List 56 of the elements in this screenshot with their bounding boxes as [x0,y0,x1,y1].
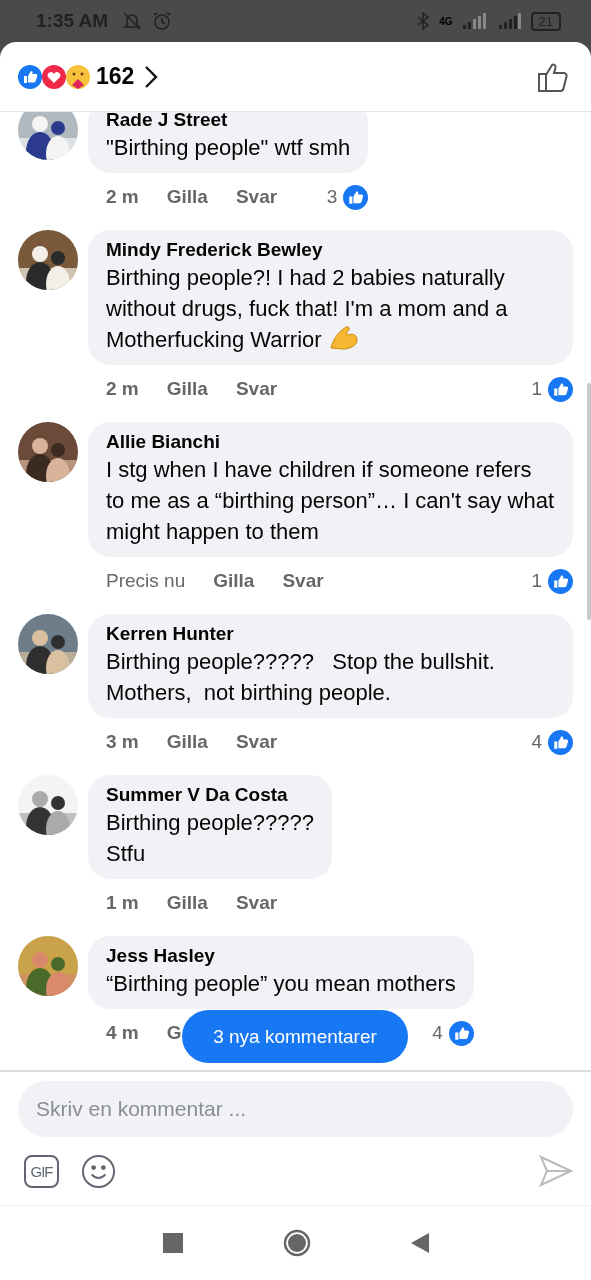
like-link[interactable]: Gilla [166,731,208,753]
signal-icon [498,13,521,29]
gif-button[interactable]: GIF [24,1154,59,1188]
muted-bell-icon [122,11,143,31]
reply-link[interactable]: Svar [235,378,278,400]
like-link[interactable]: Gilla [166,186,208,208]
comment-text: I stg when I have children if someone refers to me as a “birthing person”… I can't say what might happen to them [106,456,555,546]
comment-text: “Birthing people” you mean mothers [106,970,456,998]
comment-author[interactable]: Rade J Street [106,112,351,132]
comment-time: 3 m [106,731,139,753]
like-link[interactable]: G [166,1022,182,1044]
comment-time: 2 m [106,378,139,400]
new-comments-button[interactable]: 3 nya kommentarer [182,1010,408,1063]
comment-text: Birthing people?! I had 2 babies naturally without drugs, fuck that! I'm a mom and a Motherfucking Warrior [106,264,509,354]
chevron-right-icon[interactable] [144,64,159,89]
comment-time: Precis nu [106,570,186,592]
like-count: 3 [326,186,338,208]
like-link[interactable]: Gilla [166,892,208,914]
like-icon [548,568,573,594]
reply-link[interactable]: Svar [235,892,278,914]
alarm-icon [152,11,173,31]
comment-text: "Birthing people" wtf smh [106,134,351,162]
reply-link[interactable]: Svar [235,186,278,208]
comment-text: Birthing people????? Stfu [106,809,314,868]
comment-author[interactable]: Summer V Da Costa [106,783,314,807]
signal-icon [462,13,489,29]
like-icon [343,184,369,210]
comment-time: 1 m [106,892,139,914]
network-type: 4G [439,15,453,27]
comment-author[interactable]: Jess Hasley [106,944,456,968]
comment-author[interactable]: Mindy Frederick Bewley [106,238,555,262]
like-count: 1 [531,378,542,400]
home-nav-icon[interactable] [282,1229,311,1257]
comment-text: Birthing people????? Stop the bullshit. Mothers, not birthing people. [106,648,496,707]
comment-author[interactable]: Allie Bianchi [106,430,555,454]
like-link[interactable]: Gilla [213,570,255,592]
comment-input-field[interactable]: Skriv en kommentar ... [18,1081,573,1137]
comment-author[interactable]: Kerren Hunter [106,622,555,646]
comment-time: 2 m [106,186,139,208]
back-nav-icon[interactable] [410,1233,429,1253]
like-count: 4 [531,731,542,753]
reply-link[interactable]: Svar [235,731,278,753]
square-nav-icon[interactable] [162,1233,183,1253]
like-count: 1 [531,570,542,592]
like-icon [548,376,573,402]
flexed-arm-icon [327,324,358,350]
bluetooth-icon [417,11,430,31]
reply-link[interactable]: Svar [282,570,324,592]
like-link[interactable]: Gilla [166,378,208,400]
comment-time: 4 m [106,1022,139,1044]
smiley-icon[interactable] [81,1153,116,1189]
like-icon [548,729,573,755]
like-icon [448,1020,474,1046]
reactions-icon [16,62,92,91]
reaction-count[interactable]: 162 [96,63,135,90]
like-count: 4 [432,1022,443,1044]
